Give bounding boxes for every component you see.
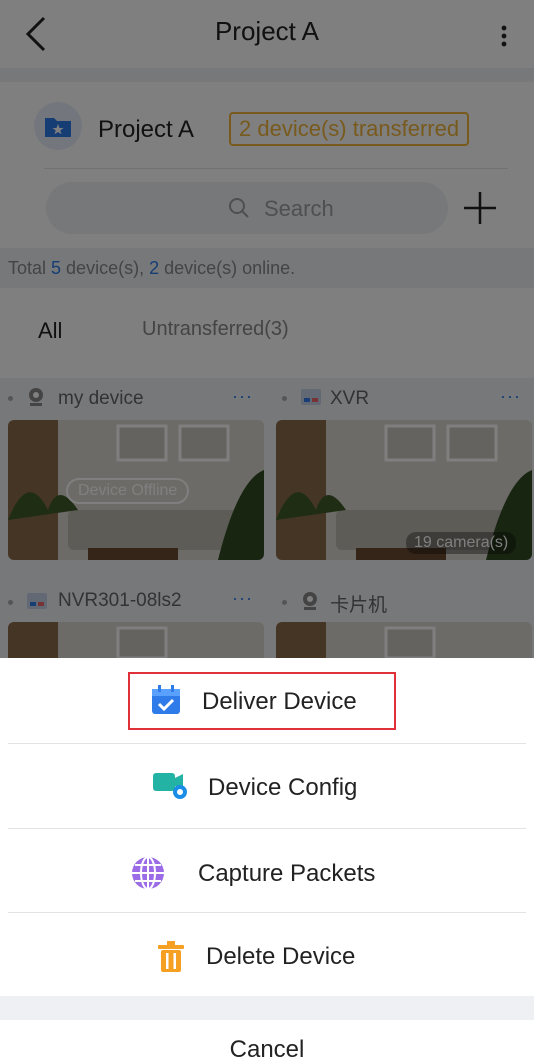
trash-icon: [158, 941, 184, 972]
cancel-button[interactable]: Cancel: [0, 1036, 534, 1064]
delete-device-button[interactable]: Delete Device: [0, 913, 534, 997]
highlight-box: [128, 672, 396, 730]
capture-packets-button[interactable]: Capture Packets: [0, 829, 534, 913]
modal-scrim[interactable]: [0, 0, 534, 658]
sheet-gap: [0, 996, 534, 1020]
globe-icon: [132, 856, 164, 890]
device-config-button[interactable]: Device Config: [0, 744, 534, 828]
device-config-label: Device Config: [208, 774, 358, 801]
delete-device-label: Delete Device: [206, 943, 356, 970]
capture-packets-label: Capture Packets: [198, 860, 376, 887]
camera-gear-icon: [153, 773, 187, 799]
